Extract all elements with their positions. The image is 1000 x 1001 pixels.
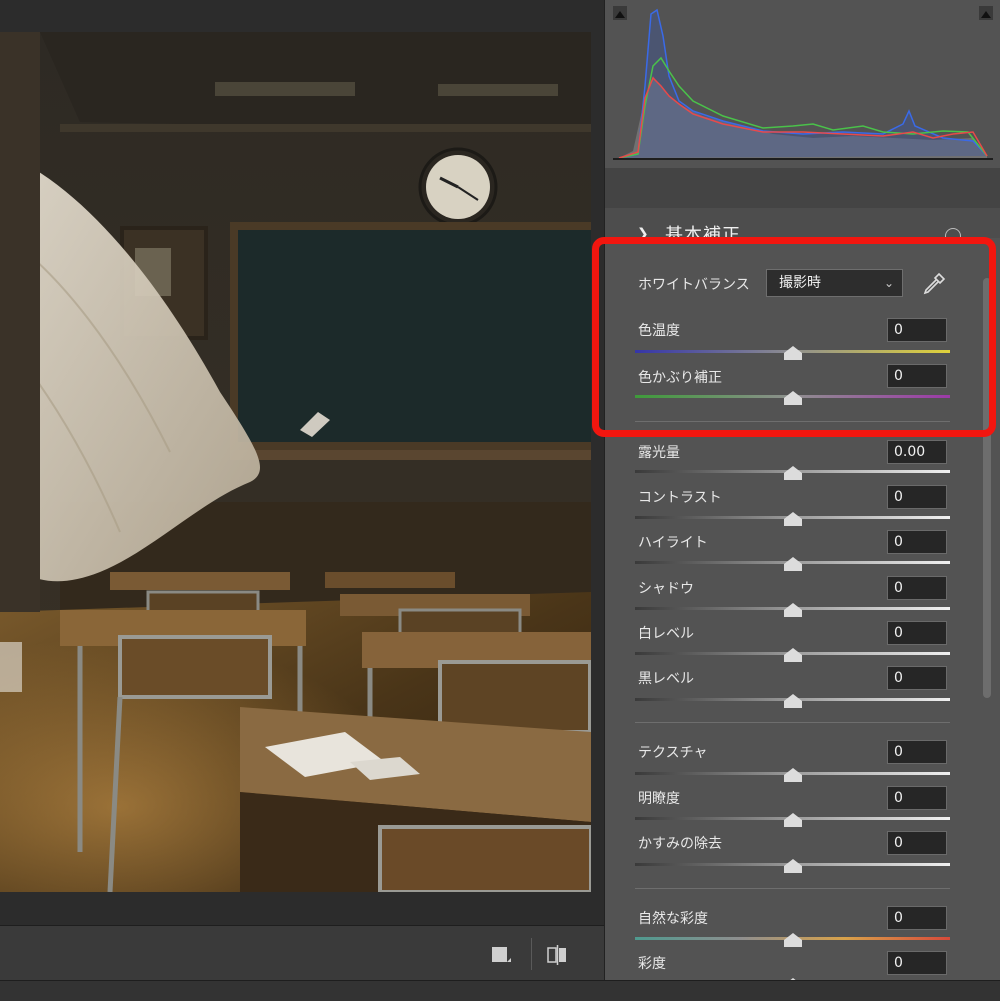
contrast-label: コントラスト xyxy=(638,490,722,506)
section-divider xyxy=(635,421,950,422)
highlights-label: ハイライト xyxy=(638,535,708,551)
texture-value-input[interactable]: 0 xyxy=(887,740,947,764)
histogram xyxy=(605,0,1000,168)
status-strip xyxy=(0,980,1000,1001)
exposure-label: 露光量 xyxy=(638,445,680,461)
section-title: 基本補正 xyxy=(665,225,741,238)
shadow-clipping-icon[interactable] xyxy=(613,6,627,20)
dehaze-label: かすみの除去 xyxy=(638,836,722,852)
info-bar xyxy=(605,168,1000,208)
blacks-label: 黒レベル xyxy=(638,671,694,687)
clarity-value-input[interactable]: 0 xyxy=(887,786,947,810)
blacks-value-input[interactable]: 0 xyxy=(887,666,947,690)
shadows-label: シャドウ xyxy=(638,581,694,597)
chevron-down-icon: ⌄ xyxy=(883,276,894,290)
vibrance-label: 自然な彩度 xyxy=(638,911,708,927)
exposure-value-input[interactable]: 0.00 xyxy=(887,440,947,464)
section-divider xyxy=(635,888,950,889)
clarity-label: 明瞭度 xyxy=(638,791,680,807)
dehaze-value-input[interactable]: 0 xyxy=(887,831,947,855)
adjustment-panel: ❯ 基本補正 ホワイトバランス 撮影時 ⌄ 色温度 0 色かぶり補正 0 露光量 0.00… xyxy=(592,0,1000,992)
image-canvas[interactable] xyxy=(0,0,604,1000)
temperature-value-input[interactable]: 0 xyxy=(887,318,947,342)
basic-section-header[interactable]: ❯ 基本補正 xyxy=(605,208,1000,238)
temperature-label: 色温度 xyxy=(638,323,680,339)
saturation-value-input[interactable]: 0 xyxy=(887,951,947,975)
texture-label: テクスチャ xyxy=(638,745,708,761)
tint-value-input[interactable]: 0 xyxy=(887,364,947,388)
chevron-down-icon[interactable]: ❯ xyxy=(637,226,649,238)
section-divider xyxy=(635,722,950,723)
contrast-value-input[interactable]: 0 xyxy=(887,485,947,509)
help-icon[interactable] xyxy=(945,228,961,238)
highlights-value-input[interactable]: 0 xyxy=(887,530,947,554)
white-balance-label: ホワイトバランス xyxy=(638,277,750,293)
vibrance-value-input[interactable]: 0 xyxy=(887,906,947,930)
saturation-label: 彩度 xyxy=(638,956,666,972)
white-balance-select[interactable]: 撮影時 ⌄ xyxy=(766,269,903,297)
whites-value-input[interactable]: 0 xyxy=(887,621,947,645)
basic-panel-body: ホワイトバランス 撮影時 ⌄ 色温度 0 色かぶり補正 0 露光量 0.00 コントラスト 0… xyxy=(605,238,1000,992)
before-after-icon[interactable] xyxy=(546,944,568,966)
single-view-icon[interactable] xyxy=(490,944,512,966)
highlight-clipping-icon[interactable] xyxy=(979,6,993,20)
panel-scrollbar[interactable] xyxy=(983,278,991,698)
white-balance-value: 撮影時 xyxy=(779,275,821,291)
whites-label: 白レベル xyxy=(638,626,694,642)
eyedropper-icon[interactable] xyxy=(921,271,947,297)
canvas-toolbar xyxy=(0,925,604,981)
classroom-photo[interactable] xyxy=(0,32,591,892)
tint-label: 色かぶり補正 xyxy=(638,370,722,386)
shadows-value-input[interactable]: 0 xyxy=(887,576,947,600)
toolbar-divider xyxy=(531,938,532,970)
